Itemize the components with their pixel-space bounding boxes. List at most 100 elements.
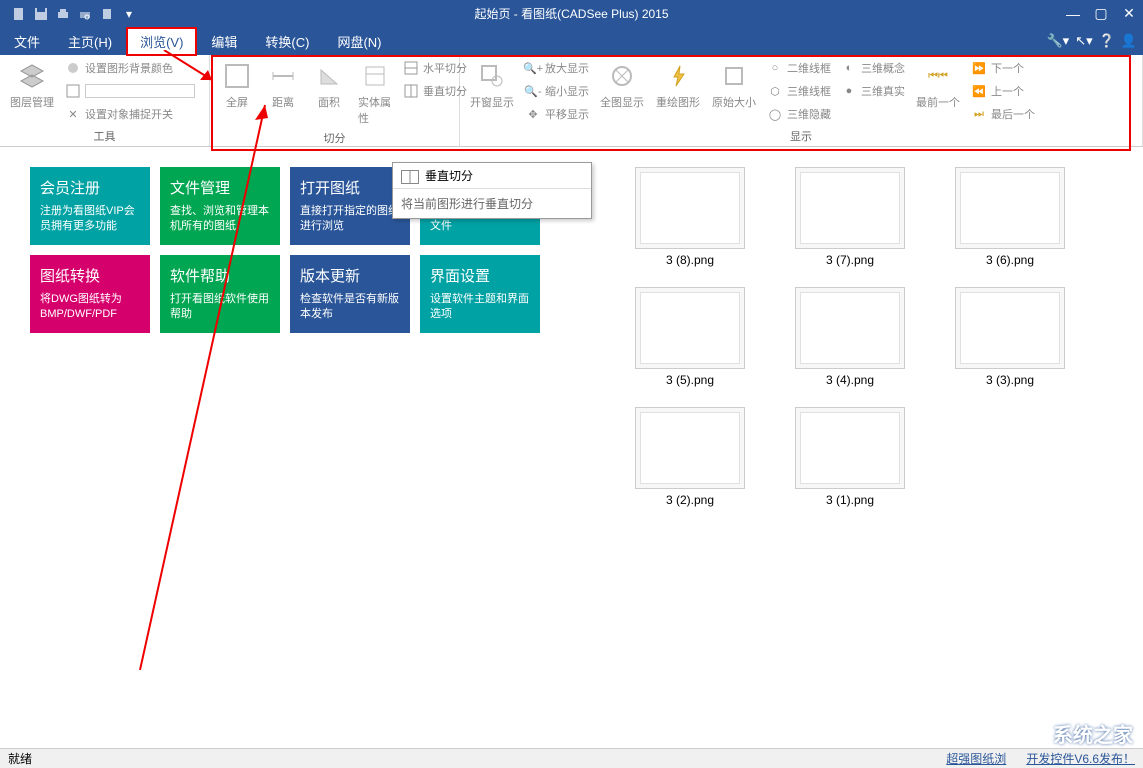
vsplit-icon	[401, 170, 419, 184]
last-icon: ⏭	[971, 106, 987, 122]
zoom-in-button[interactable]: 🔍+放大显示	[522, 58, 592, 78]
tile-title: 会员注册	[40, 177, 140, 198]
close-button[interactable]: ✕	[1115, 0, 1143, 27]
tile-title: 图纸转换	[40, 265, 140, 286]
menu-bar: 文件 主页(H) 浏览(V) 编辑 转换(C) 网盘(N) 🔧▾ ↖▾ ❔ 👤	[0, 27, 1143, 55]
menu-cloud[interactable]: 网盘(N)	[323, 27, 395, 56]
thumb-2[interactable]: 3 (6).png	[940, 167, 1080, 267]
tooltip-title: 垂直切分	[393, 163, 591, 189]
menu-home[interactable]: 主页(H)	[54, 27, 126, 56]
menu-right-controls: 🔧▾ ↖▾ ❔ 👤	[1046, 33, 1137, 49]
menu-file[interactable]: 文件	[0, 27, 54, 56]
thumbnail-grid: 3 (8).png 3 (7).png 3 (6).png 3 (5).png3 (4…	[620, 167, 1080, 507]
thumb-4[interactable]: 3 (4).png	[780, 287, 920, 387]
distance-button[interactable]: 距离	[262, 58, 304, 112]
thumb-5[interactable]: 3 (3).png	[940, 287, 1080, 387]
tile-title: 软件帮助	[170, 265, 270, 286]
tooltip-vsplit: 垂直切分 将当前图形进行垂直切分	[392, 162, 592, 219]
tile-7[interactable]: 界面设置设置软件主题和界面选项	[420, 255, 540, 333]
window-display-button[interactable]: 开窗显示	[466, 58, 518, 112]
bg-color-button[interactable]: 设置图形背景颜色	[62, 58, 198, 78]
title-bar: ▾ 起始页 - 看图纸(CADSee Plus) 2015 — ▢ ✕	[0, 0, 1143, 27]
watermark-logo-icon	[1019, 720, 1047, 748]
print-icon[interactable]	[54, 5, 72, 23]
first-icon: ⏮⏮	[922, 60, 954, 92]
pan-button[interactable]: ✥平移显示	[522, 104, 592, 124]
thumb-0[interactable]: 3 (8).png	[620, 167, 760, 267]
color-picker[interactable]	[62, 81, 198, 101]
tooltip-body: 将当前图形进行垂直切分	[393, 189, 591, 218]
app-title: 起始页 - 看图纸(CADSee Plus) 2015	[474, 5, 668, 22]
wrench-icon[interactable]: 🔧▾	[1046, 33, 1069, 49]
full-display-button[interactable]: 全图显示	[596, 58, 648, 112]
watermark: 系统之家	[1019, 719, 1133, 748]
minimize-button[interactable]: —	[1059, 0, 1087, 27]
tile-desc: 设置软件主题和界面选项	[430, 292, 530, 323]
ribbon-group-split: 全屏 距离 面积 实体属性 水平切分 垂直切分 切分	[210, 55, 460, 146]
vsplit-icon	[403, 83, 419, 99]
fullscreen-icon	[221, 60, 253, 92]
prev-button[interactable]: ⏪上一个	[968, 81, 1038, 101]
original-size-button[interactable]: 原始大小	[708, 58, 760, 112]
wf2d-button[interactable]: ○二维线框	[764, 58, 834, 78]
hide3d-button[interactable]: ◯三维隐藏	[764, 104, 834, 124]
thumb-3[interactable]: 3 (5).png	[620, 287, 760, 387]
tile-desc: 将DWG图纸转为BMP/DWF/PDF	[40, 292, 140, 323]
tile-6[interactable]: 版本更新检查软件是否有新版本发布	[290, 255, 410, 333]
last-button[interactable]: ⏭最后一个	[968, 104, 1038, 124]
color-box-icon	[65, 83, 81, 99]
paste-icon[interactable]	[98, 5, 116, 23]
thumb-1[interactable]: 3 (7).png	[780, 167, 920, 267]
layers-icon	[16, 60, 48, 92]
tile-5[interactable]: 软件帮助打开看图纸软件使用帮助	[160, 255, 280, 333]
help-icon[interactable]: ❔	[1099, 33, 1115, 49]
tile-4[interactable]: 图纸转换将DWG图纸转为BMP/DWF/PDF	[30, 255, 150, 333]
real3d-button[interactable]: ●三维真实	[838, 81, 908, 101]
first-button[interactable]: ⏮⏮最前一个	[912, 58, 964, 112]
thumb-image	[955, 287, 1065, 369]
qat-dropdown-icon[interactable]: ▾	[120, 5, 138, 23]
thumb-label: 3 (7).png	[826, 253, 874, 267]
qat: ▾	[0, 5, 138, 23]
zoom-out-icon: 🔍-	[525, 83, 541, 99]
tile-0[interactable]: 会员注册注册为看图纸VIP会员拥有更多功能	[30, 167, 150, 245]
tile-desc: 注册为看图纸VIP会员拥有更多功能	[40, 204, 140, 235]
props-button[interactable]: 实体属性	[354, 58, 396, 128]
save-icon[interactable]	[32, 5, 50, 23]
area-button[interactable]: 面积	[308, 58, 350, 112]
tile-1[interactable]: 文件管理查找、浏览和管理本机所有的图纸	[160, 167, 280, 245]
user-icon[interactable]: 👤	[1121, 33, 1137, 49]
maximize-button[interactable]: ▢	[1087, 0, 1115, 27]
thumb-label: 3 (8).png	[666, 253, 714, 267]
thumb-image	[635, 407, 745, 489]
menu-convert[interactable]: 转换(C)	[251, 27, 323, 56]
snap-toggle-button[interactable]: ✕设置对象捕捉开关	[62, 104, 198, 124]
redraw-button[interactable]: 重绘图形	[652, 58, 704, 112]
tile-title: 打开图纸	[300, 177, 400, 198]
thumb-7[interactable]: 3 (1).png	[780, 407, 920, 507]
new-icon[interactable]	[10, 5, 28, 23]
status-bar: 就绪 超强图纸浏 开发控件V6.6发布！	[0, 748, 1143, 768]
tile-desc: 打开看图纸软件使用帮助	[170, 292, 270, 323]
cursor-icon[interactable]: ↖▾	[1075, 33, 1092, 49]
thumb-image	[955, 167, 1065, 249]
menu-browse[interactable]: 浏览(V)	[126, 27, 197, 56]
fullscreen-button[interactable]: 全屏	[216, 58, 258, 112]
zoom-in-icon: 🔍+	[525, 60, 541, 76]
zoom-out-button[interactable]: 🔍-缩小显示	[522, 81, 592, 101]
status-link-2[interactable]: 开发控件V6.6发布！	[1026, 750, 1135, 767]
content-area: 会员注册注册为看图纸VIP会员拥有更多功能文件管理查找、浏览和管理本机所有的图纸…	[0, 147, 1143, 748]
thumb-6[interactable]: 3 (2).png	[620, 407, 760, 507]
print-preview-icon[interactable]	[76, 5, 94, 23]
wf3d-button[interactable]: ⬡三维线框	[764, 81, 834, 101]
layer-manager-button[interactable]: 图层管理	[6, 58, 58, 112]
lightning-icon	[662, 60, 694, 92]
ribbon-group-display: 开窗显示 🔍+放大显示 🔍-缩小显示 ✥平移显示 全图显示 重绘图形 原始大小 …	[460, 55, 1143, 146]
status-link-1[interactable]: 超强图纸浏	[946, 750, 1006, 767]
concept3d-button[interactable]: ◐三维概念	[838, 58, 908, 78]
next-button[interactable]: ⏩下一个	[968, 58, 1038, 78]
tile-desc: 检查软件是否有新版本发布	[300, 292, 400, 323]
3d-wire-icon: ⬡	[767, 83, 783, 99]
window-controls: — ▢ ✕	[1059, 0, 1143, 27]
menu-edit[interactable]: 编辑	[197, 27, 251, 56]
